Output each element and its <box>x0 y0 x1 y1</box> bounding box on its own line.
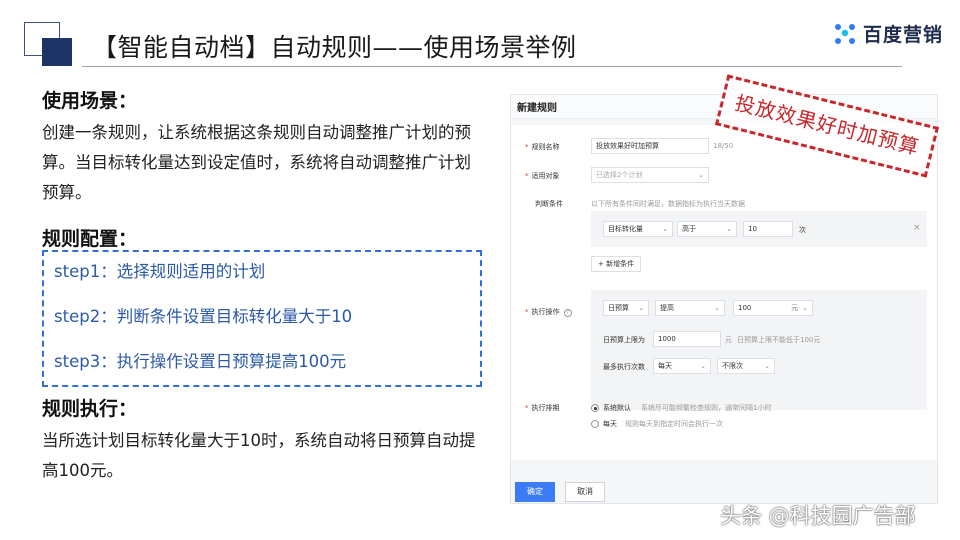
step-item: step3：执行操作设置日预算提高100元 <box>54 352 347 371</box>
watermark: 头条 @科技园广告部 <box>720 504 916 528</box>
condition-operator-select[interactable]: 高于 ⌄ <box>677 221 737 237</box>
condition-hint: 以下所有条件同时满足，数据指标为执行当天数据 <box>591 200 745 208</box>
schedule-daily-radio[interactable] <box>591 420 599 428</box>
brand-name: 百度营销 <box>863 24 944 46</box>
rule-form: * 规则名称 投放效果好时加预算 18/50 * 适用对象 已选择2个计划 ⌄ 判断条… <box>511 125 937 460</box>
max-exec-limit-select[interactable]: 不限次 ⌄ <box>717 358 775 374</box>
condition-value-input[interactable]: 10 <box>743 221 793 237</box>
condition-label: 判断条件 <box>535 200 563 208</box>
action-label: * 执行操作? <box>525 307 572 317</box>
condition-unit: 次 <box>799 226 806 234</box>
rule-name-count: 18/50 <box>713 142 734 150</box>
title-decoration-block <box>42 38 72 66</box>
budget-cap-unit: 元 <box>725 336 732 344</box>
steps-box: step1：选择规则适用的计划 step2：判断条件设置目标转化量大于10 st… <box>42 250 482 387</box>
add-condition-button[interactable]: + 新增条件 <box>591 256 642 272</box>
help-icon[interactable]: ? <box>563 309 572 317</box>
header-divider <box>82 66 902 67</box>
brand-logo-icon <box>835 23 855 44</box>
scene-heading: 使用场景： <box>42 90 138 112</box>
execution-body: 当所选计划目标转化量大于10时，系统自动将日预算自动提高100元。 <box>42 431 476 480</box>
schedule-default-label: 系统默认 <box>603 404 631 412</box>
chevron-down-icon: ⌄ <box>662 225 668 233</box>
condition-metric-select[interactable]: 目标转化量 ⌄ <box>603 221 673 237</box>
chevron-down-icon: ⌄ <box>698 171 704 179</box>
schedule-daily-hint: 规则每天到指定时间会执行一次 <box>625 420 723 428</box>
scene-body: 创建一条规则，让系统根据这条规则自动调整推广计划的预算。当目标转化量达到设定值时… <box>42 123 471 202</box>
max-exec-period-select[interactable]: 每天 ⌄ <box>653 358 711 374</box>
confirm-button[interactable]: 确定 <box>515 482 555 502</box>
cancel-button[interactable]: 取消 <box>565 482 605 502</box>
action-field-select[interactable]: 日预算 ⌄ <box>603 300 649 316</box>
step-item: step2：判断条件设置目标转化量大于10 <box>54 307 353 326</box>
rule-name-input[interactable]: 投放效果好时加预算 <box>591 138 709 154</box>
chevron-down-icon: ⌄ <box>764 362 770 370</box>
schedule-label: * 执行排期 <box>525 404 560 412</box>
config-heading: 规则配置： <box>42 228 138 250</box>
action-block: 日预算 ⌄ 提高 ⌄ 100 元 ⌄ 日预算上限为 1000 元 日预算上限不能低于10… <box>591 290 927 410</box>
chevron-down-icon: ⌄ <box>638 304 644 312</box>
rule-name-label: * 规则名称 <box>525 143 560 151</box>
max-exec-label: 最多执行次数 <box>603 363 645 371</box>
chevron-down-icon: ⌄ <box>802 304 808 312</box>
chevron-down-icon: ⌄ <box>726 225 732 233</box>
action-amount-input[interactable]: 100 元 ⌄ <box>733 300 813 316</box>
budget-cap-input[interactable]: 1000 <box>653 331 721 347</box>
budget-cap-hint: 日预算上限不能低于100元 <box>737 336 821 344</box>
chevron-down-icon: ⌄ <box>700 362 706 370</box>
brand-logo: 百度营销 <box>832 20 943 47</box>
condition-row: 目标转化量 ⌄ 高于 ⌄ 10 次 × <box>591 211 927 247</box>
action-mode-select[interactable]: 提高 ⌄ <box>655 300 725 316</box>
execution-heading: 规则执行： <box>42 398 138 420</box>
target-select[interactable]: 已选择2个计划 ⌄ <box>591 167 709 183</box>
schedule-default-hint: 系统尽可能频繁检查规则，通常间隔1小时 <box>641 404 772 412</box>
schedule-default-radio[interactable] <box>591 404 599 412</box>
schedule-daily-label: 每天 <box>603 420 617 428</box>
target-label: * 适用对象 <box>525 172 560 180</box>
budget-cap-label: 日预算上限为 <box>603 336 645 344</box>
amount-unit: 元 <box>791 304 798 312</box>
page-title: 【智能自动档】自动规则——使用场景举例 <box>92 33 577 62</box>
step-item: step1：选择规则适用的计划 <box>54 262 266 281</box>
close-icon[interactable]: × <box>913 223 921 233</box>
chevron-down-icon: ⌄ <box>714 304 720 312</box>
